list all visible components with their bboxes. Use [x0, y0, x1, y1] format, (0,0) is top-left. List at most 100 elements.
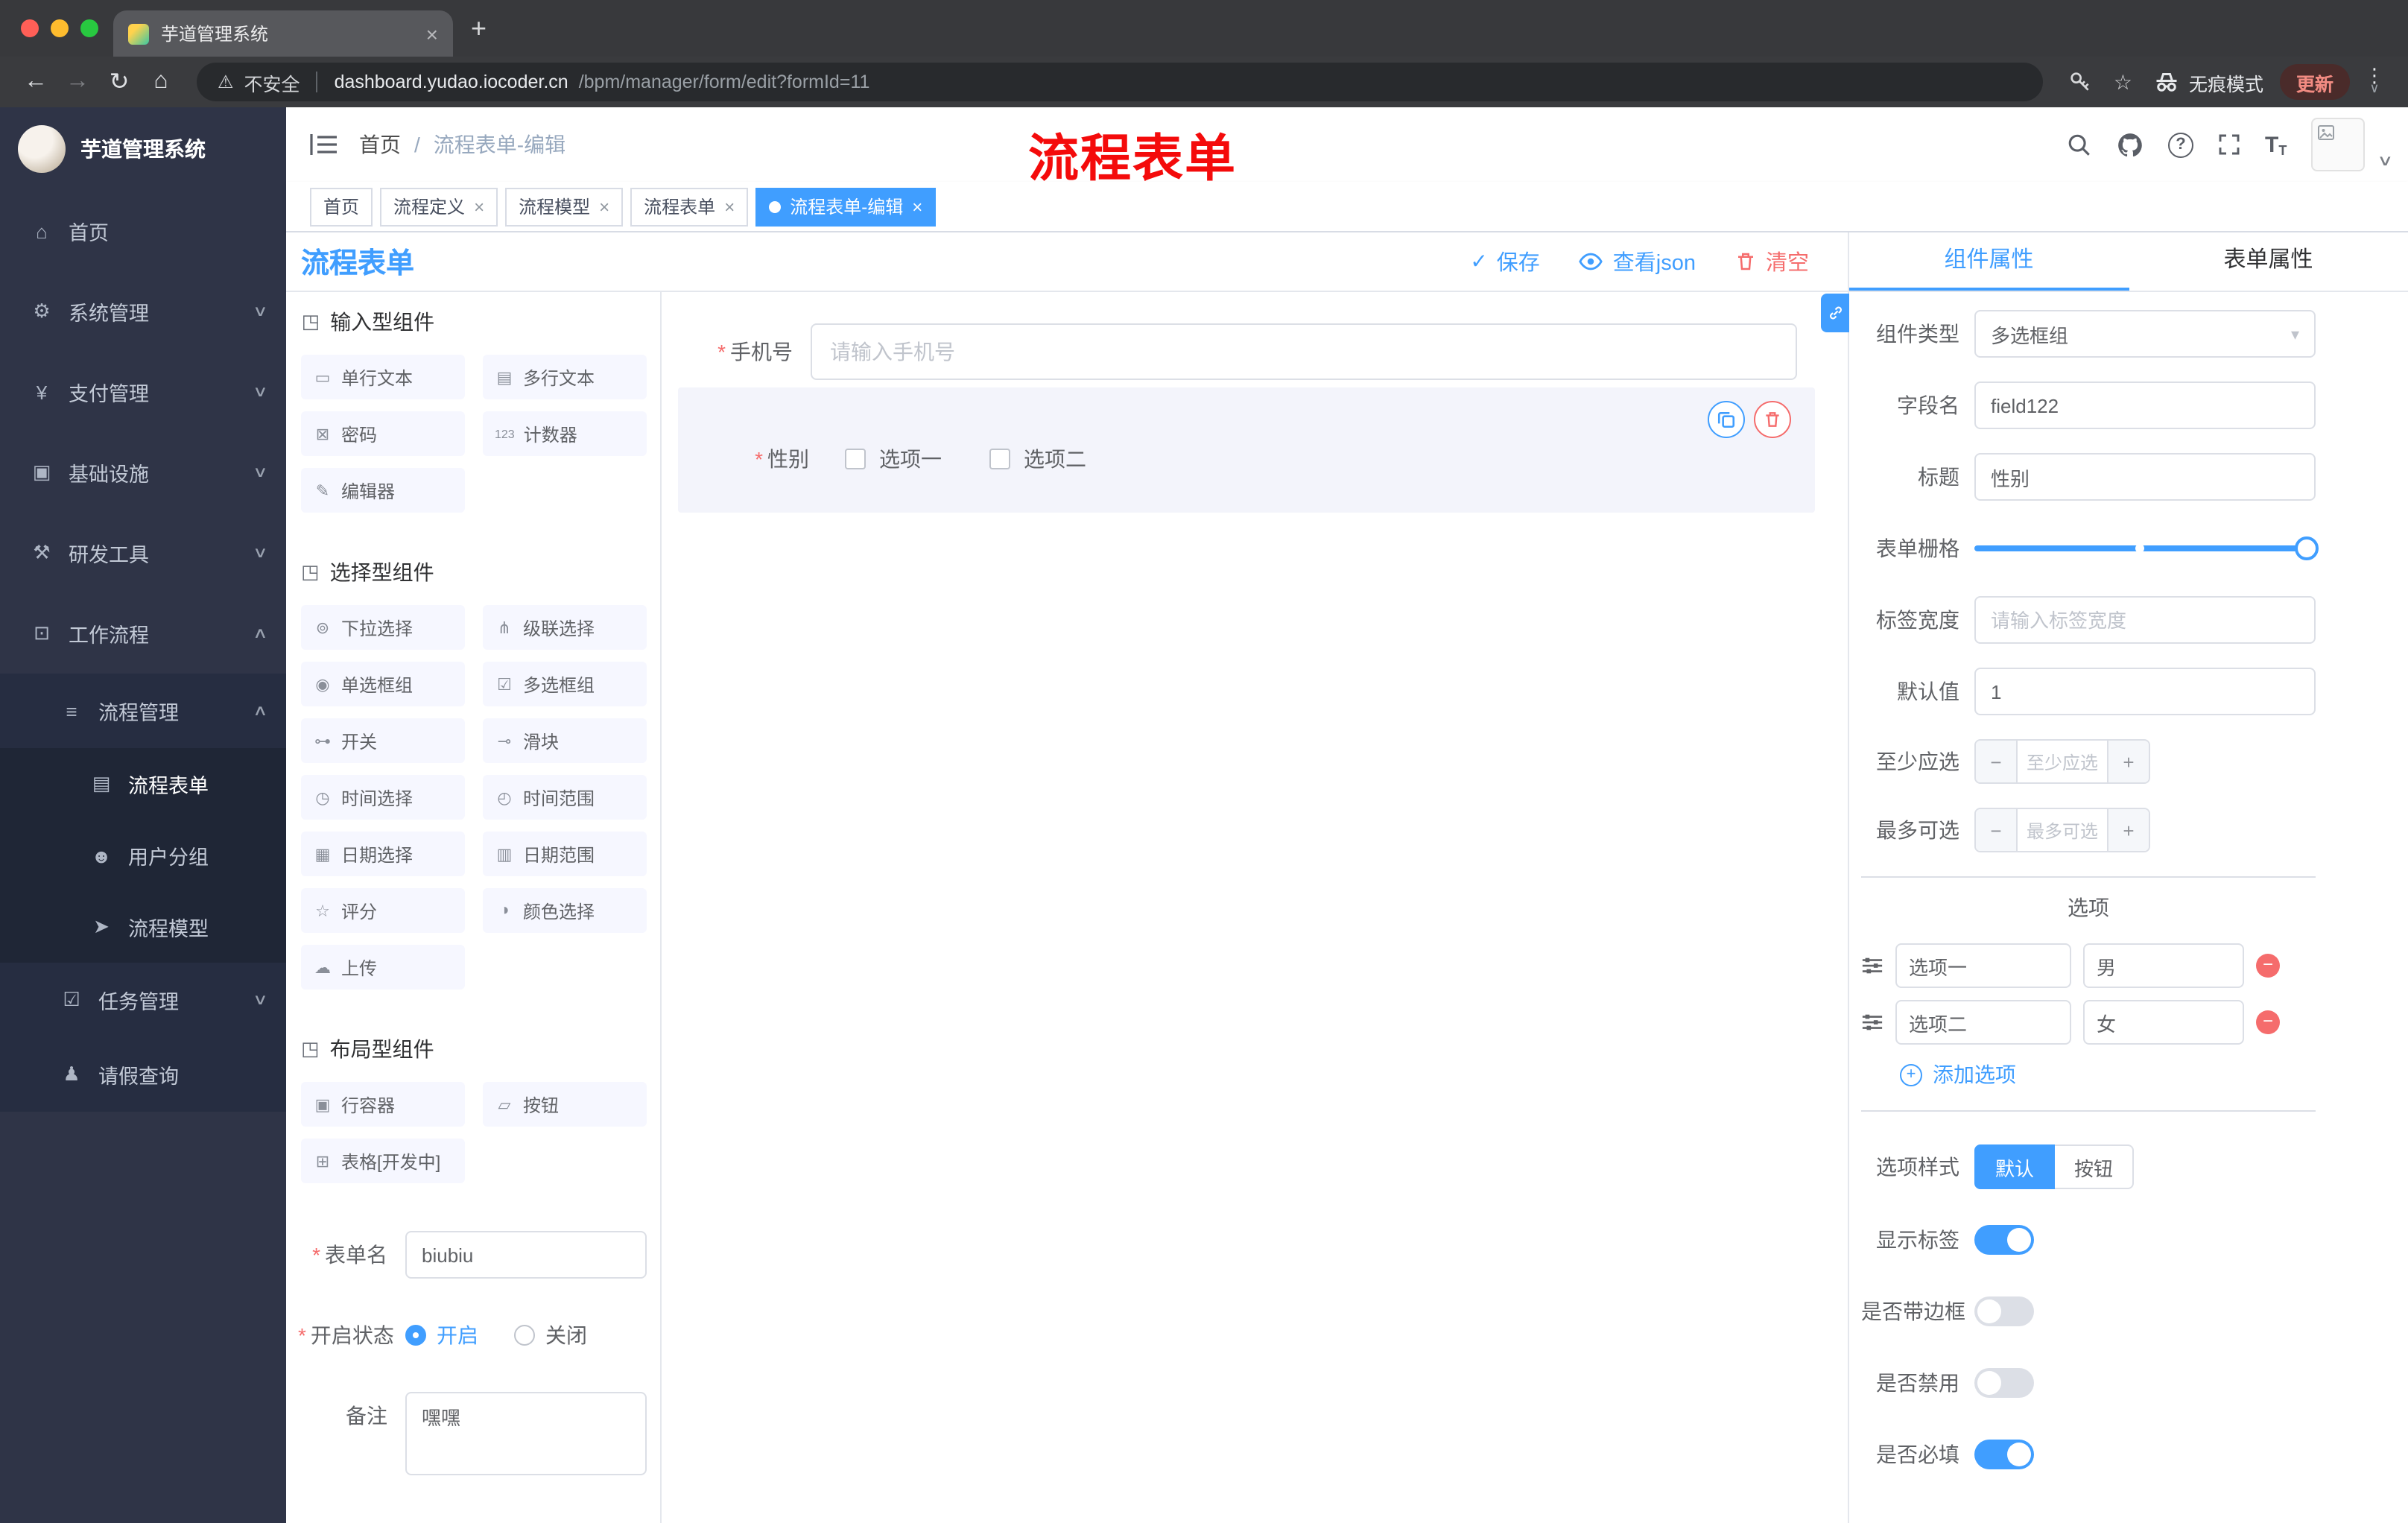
tag-close-icon[interactable]: × [912, 196, 922, 217]
palette-item-date-range[interactable]: ▥ 日期范围 [483, 832, 647, 876]
reload-button[interactable]: ↻ [98, 67, 140, 97]
increment-button[interactable]: + [2107, 741, 2149, 782]
palette-item-time-picker[interactable]: ◷ 时间选择 [301, 775, 465, 820]
decrement-button[interactable]: − [1976, 809, 2018, 851]
sidebar-item-process-model[interactable]: ➤ 流程模型 [0, 891, 286, 963]
palette-item-time-range[interactable]: ◴ 时间范围 [483, 775, 647, 820]
tab-close-icon[interactable]: × [426, 22, 438, 45]
drag-handle-icon[interactable] [1861, 955, 1883, 976]
font-size-icon[interactable]: TT [2265, 132, 2287, 157]
option-value-input[interactable] [2083, 1000, 2244, 1045]
stepper-placeholder[interactable]: 最多可选 [2018, 809, 2107, 851]
sidebar-item-process-management[interactable]: ≡ 流程管理 ∧ [0, 674, 286, 748]
stepper-placeholder[interactable]: 至少应选 [2018, 741, 2107, 782]
app-logo[interactable]: 芋道管理系统 [0, 107, 286, 191]
copy-component-button[interactable] [1708, 401, 1745, 438]
panel-link-handle[interactable] [1821, 294, 1849, 332]
sidebar-item-user-group[interactable]: ☻ 用户分组 [0, 820, 286, 891]
label-width-input[interactable] [1974, 596, 2316, 644]
palette-item-password[interactable]: ⊠ 密码 [301, 411, 465, 456]
save-button[interactable]: ✓ 保存 [1470, 246, 1539, 277]
style-default-button[interactable]: 默认 [1974, 1144, 2056, 1189]
browser-update-button[interactable]: 更新 [2279, 64, 2350, 100]
avatar-caret-icon[interactable]: ∨ [2377, 153, 2393, 169]
slider-handle[interactable] [2295, 536, 2319, 560]
option-label-input[interactable] [1895, 943, 2071, 988]
view-json-button[interactable]: 查看json [1579, 246, 1696, 277]
sidebar-item-process-form[interactable]: ▤ 流程表单 [0, 748, 286, 820]
address-bar[interactable]: ⚠ 不安全 dashboard.yudao.iocoder.cn/bpm/man… [197, 63, 2044, 101]
window-close-button[interactable] [21, 19, 39, 37]
palette-item-row-container[interactable]: ▣ 行容器 [301, 1082, 465, 1127]
title-input[interactable] [1974, 453, 2316, 501]
sidebar-item-payment-management[interactable]: ¥ 支付管理 ∨ [0, 352, 286, 432]
form-name-input[interactable] [405, 1231, 647, 1279]
window-minimize-button[interactable] [51, 19, 69, 37]
sidebar-item-leave-query[interactable]: ♟ 请假查询 [0, 1037, 286, 1112]
palette-item-table-dev[interactable]: ⊞ 表格[开发中] [301, 1139, 465, 1183]
tag-process-definition[interactable]: 流程定义 × [380, 187, 498, 226]
sidebar-item-home[interactable]: ⌂ 首页 [0, 191, 286, 271]
option-label-input[interactable] [1895, 1000, 2071, 1045]
window-zoom-button[interactable] [80, 19, 98, 37]
sidebar-item-dev-tools[interactable]: ⚒ 研发工具 ∨ [0, 513, 286, 593]
phone-input[interactable] [811, 323, 1797, 380]
style-button-button[interactable]: 按钮 [2055, 1144, 2135, 1189]
tag-close-icon[interactable]: × [599, 196, 609, 217]
help-icon[interactable]: ? [2168, 132, 2193, 157]
palette-item-multi-line-text[interactable]: ▤ 多行文本 [483, 355, 647, 399]
breadcrumb-home[interactable]: 首页 [359, 130, 401, 159]
palette-item-date-picker[interactable]: ▦ 日期选择 [301, 832, 465, 876]
hamburger-menu-icon[interactable] [310, 133, 338, 156]
palette-item-counter[interactable]: 123 计数器 [483, 411, 647, 456]
sidebar-item-workflow[interactable]: ⊡ 工作流程 ∧ [0, 593, 286, 674]
delete-component-button[interactable] [1754, 401, 1791, 438]
sidebar-item-infrastructure[interactable]: ▣ 基础设施 ∨ [0, 432, 286, 513]
form-grid-slider[interactable] [1974, 525, 2319, 572]
increment-button[interactable]: + [2107, 809, 2149, 851]
tag-process-form[interactable]: 流程表单 × [630, 187, 749, 226]
palette-item-cascader[interactable]: ⋔ 级联选择 [483, 605, 647, 650]
tag-home[interactable]: 首页 [310, 187, 373, 226]
palette-item-rate[interactable]: ☆ 评分 [301, 888, 465, 933]
border-switch[interactable] [1974, 1296, 2034, 1326]
drag-handle-icon[interactable] [1861, 1012, 1883, 1033]
browser-menu-button[interactable]: ⋮ ∨ [2365, 66, 2384, 95]
palette-item-rich-editor[interactable]: ✎ 编辑器 [301, 468, 465, 513]
show-label-switch[interactable] [1974, 1225, 2034, 1255]
tab-component-props[interactable]: 组件属性 [1849, 232, 2129, 291]
palette-item-button[interactable]: ▱ 按钮 [483, 1082, 647, 1127]
tag-process-model[interactable]: 流程模型 × [505, 187, 624, 226]
checkbox-option-1[interactable]: 选项一 [845, 444, 942, 474]
default-value-input[interactable] [1974, 668, 2316, 715]
tag-close-icon[interactable]: × [474, 196, 484, 217]
canvas-item-phone[interactable]: * 手机号 [662, 322, 1848, 381]
tag-close-icon[interactable]: × [724, 196, 735, 217]
tag-process-form-edit[interactable]: 流程表单-编辑 × [755, 187, 937, 226]
component-type-select[interactable]: 多选框组 ▾ [1974, 310, 2316, 358]
palette-item-single-line-text[interactable]: ▭ 单行文本 [301, 355, 465, 399]
radio-closed[interactable]: 关闭 [514, 1320, 587, 1350]
avatar[interactable] [2310, 118, 2365, 171]
sidebar-item-task-management[interactable]: ☑ 任务管理 ∨ [0, 963, 286, 1037]
remove-option-button[interactable]: − [2256, 954, 2280, 978]
option-value-input[interactable] [2083, 943, 2244, 988]
field-name-input[interactable] [1974, 381, 2316, 429]
remove-option-button[interactable]: − [2256, 1010, 2280, 1034]
required-switch[interactable] [1974, 1440, 2034, 1469]
tab-form-props[interactable]: 表单属性 [2129, 232, 2408, 291]
palette-item-switch[interactable]: ⊶ 开关 [301, 718, 465, 763]
checkbox-option-2[interactable]: 选项二 [989, 444, 1086, 474]
browser-tab[interactable]: 芋道管理系统 × [113, 10, 453, 57]
palette-item-select[interactable]: ⊚ 下拉选择 [301, 605, 465, 650]
bookmark-star-icon[interactable]: ☆ [2114, 69, 2132, 95]
canvas-item-gender-selected[interactable]: * 性别 选项一 选项二 [678, 387, 1815, 513]
fullscreen-icon[interactable] [2217, 133, 2241, 156]
github-icon[interactable] [2116, 130, 2144, 159]
home-button[interactable]: ⌂ [140, 69, 182, 95]
radio-open[interactable]: 开启 [405, 1320, 478, 1350]
password-key-icon[interactable] [2069, 70, 2093, 94]
forward-button[interactable]: → [57, 69, 98, 95]
decrement-button[interactable]: − [1976, 741, 2018, 782]
palette-item-radio-group[interactable]: ◉ 单选框组 [301, 662, 465, 706]
